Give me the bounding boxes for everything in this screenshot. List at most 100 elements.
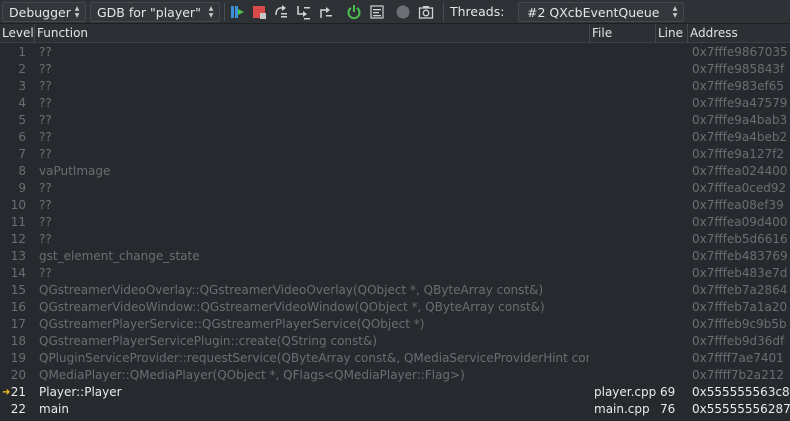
operate-by-instruction-icon bbox=[370, 5, 384, 19]
toolbar-separator bbox=[224, 3, 225, 21]
frame-function: ?? bbox=[39, 147, 52, 161]
table-row[interactable]: 7?? 0x7fffe9a127f2 bbox=[0, 146, 790, 163]
frame-function: ?? bbox=[39, 79, 52, 93]
snapshot-button[interactable] bbox=[417, 3, 435, 21]
frame-address: 0x7fffeb7a2864 bbox=[692, 283, 788, 297]
stack-table-header: Level Function File Line Address bbox=[0, 24, 790, 43]
frame-address: 0x7fffe9a4bab3 bbox=[692, 113, 788, 127]
frame-address: 0x7fffe9a4beb2 bbox=[692, 130, 788, 144]
table-row[interactable]: 16 QGstreamerVideoWindow::QGstreamerVideo… bbox=[0, 299, 790, 316]
frame-function: ?? bbox=[39, 215, 52, 229]
step-over-button[interactable] bbox=[272, 3, 290, 21]
frame-function: vaPutImage bbox=[39, 164, 111, 178]
column-header-file[interactable]: File bbox=[590, 24, 656, 43]
step-into-button[interactable] bbox=[294, 3, 312, 21]
table-row[interactable]: 10?? 0x7fffea08ef39 bbox=[0, 197, 790, 214]
frame-function: QGstreamerPlayerService::QGstreamerPlaye… bbox=[39, 317, 425, 331]
table-row[interactable]: 18 QGstreamerPlayerServicePlugin::create(… bbox=[0, 333, 790, 350]
frame-function: ?? bbox=[39, 181, 52, 195]
view-selector-combo[interactable]: Debugger ▲ ▼ bbox=[2, 2, 86, 22]
frame-function: ?? bbox=[39, 232, 52, 246]
engine-selector-combo[interactable]: GDB for "player" ▲ ▼ bbox=[90, 2, 220, 22]
table-row[interactable]: 17 QGstreamerPlayerService::QGstreamerPla… bbox=[0, 316, 790, 333]
frame-address: 0x7fffe983ef65 bbox=[692, 79, 785, 93]
table-row[interactable]: 13 gst_element_change_state 0x7fffeb483769 bbox=[0, 248, 790, 265]
frame-level: 5 bbox=[18, 113, 26, 127]
frame-address: 0x7fffeb9c9b5b bbox=[692, 317, 787, 331]
frame-address: 0x7fffeb7a1a20 bbox=[692, 300, 788, 314]
frame-function: Player::Player bbox=[39, 385, 122, 399]
frame-level: 21 bbox=[10, 385, 26, 399]
frame-address: 0x7fffeb5d6616 bbox=[692, 232, 788, 246]
table-row[interactable]: 1?? 0x7fffe9867035 bbox=[0, 44, 790, 61]
frame-level: 4 bbox=[18, 96, 26, 110]
frame-function: QPluginServiceProvider::requestService(Q… bbox=[39, 351, 589, 365]
frame-level: 18 bbox=[10, 334, 26, 348]
frame-level: 7 bbox=[18, 147, 26, 161]
column-header-function[interactable]: Function bbox=[35, 24, 590, 43]
frame-level: 19 bbox=[10, 351, 26, 365]
frame-level: 20 bbox=[10, 368, 26, 382]
frame-function: QGstreamerVideoWindow::QGstreamerVideoWi… bbox=[39, 300, 545, 314]
breakpoint-icon bbox=[396, 5, 410, 19]
thread-selector-combo[interactable]: #2 QXcbEventQueue ▲ ▼ bbox=[518, 2, 684, 22]
frame-address: 0x7fffea08ef39 bbox=[692, 198, 784, 212]
operate-by-instruction-button[interactable] bbox=[368, 3, 386, 21]
frame-level: 12 bbox=[10, 232, 26, 246]
frame-level: 15 bbox=[10, 283, 26, 297]
frame-level: 17 bbox=[10, 317, 26, 331]
table-row[interactable]: 11?? 0x7fffea09d400 bbox=[0, 214, 790, 231]
frame-address: 0x555555563c81 bbox=[692, 385, 790, 399]
column-header-line[interactable]: Line bbox=[656, 24, 688, 43]
restart-button[interactable] bbox=[345, 3, 363, 21]
step-over-icon bbox=[275, 5, 287, 18]
combo-arrows-icon: ▲ ▼ bbox=[208, 5, 214, 19]
table-row[interactable]: ➜ 21 Player::Player player.cpp 69 0x555555563… bbox=[0, 384, 790, 401]
frame-address: 0x7fffea0ced92 bbox=[692, 181, 787, 195]
frame-address: 0x7fffe9a47579 bbox=[692, 96, 788, 110]
frame-address: 0x7fffea09d400 bbox=[692, 215, 788, 229]
restart-icon bbox=[347, 5, 361, 20]
frame-function: ?? bbox=[39, 266, 52, 280]
step-out-icon bbox=[320, 7, 332, 18]
continue-button[interactable] bbox=[228, 3, 246, 21]
frame-line: 76 bbox=[660, 402, 676, 416]
frame-function: ?? bbox=[39, 130, 52, 144]
thread-selector-value: #2 QXcbEventQueue bbox=[527, 4, 660, 20]
stop-button[interactable] bbox=[250, 3, 268, 21]
table-row[interactable]: 4?? 0x7fffe9a47579 bbox=[0, 95, 790, 112]
table-row[interactable]: 6?? 0x7fffe9a4beb2 bbox=[0, 129, 790, 146]
toolbar-separator bbox=[443, 3, 444, 21]
frame-level: 22 bbox=[10, 402, 26, 416]
frame-function: ?? bbox=[39, 96, 52, 110]
frame-address: 0x7fffea024400 bbox=[692, 164, 788, 178]
column-header-level[interactable]: Level bbox=[0, 24, 35, 43]
table-row[interactable]: 14?? 0x7fffeb483e7d bbox=[0, 265, 790, 282]
frame-level: 14 bbox=[10, 266, 26, 280]
frame-file: player.cpp bbox=[594, 385, 657, 399]
frame-function: ?? bbox=[39, 113, 52, 127]
table-row[interactable]: 3?? 0x7fffe983ef65 bbox=[0, 78, 790, 95]
frame-line: 69 bbox=[660, 385, 676, 399]
frame-address: 0x7ffff7b2a212 bbox=[692, 368, 785, 382]
frame-file: main.cpp bbox=[594, 402, 650, 416]
column-header-address[interactable]: Address bbox=[688, 24, 790, 43]
table-row[interactable]: 8 vaPutImage 0x7fffea024400 bbox=[0, 163, 790, 180]
table-row[interactable]: 9?? 0x7fffea0ced92 bbox=[0, 180, 790, 197]
frame-level: 13 bbox=[10, 249, 26, 263]
table-row[interactable]: 19 QPluginServiceProvider::requestService… bbox=[0, 350, 790, 367]
step-out-button[interactable] bbox=[316, 3, 334, 21]
table-row[interactable]: 20 QMediaPlayer::QMediaPlayer(QObject *, … bbox=[0, 367, 790, 384]
breakpoint-toggle-button[interactable] bbox=[394, 3, 412, 21]
frame-level: 8 bbox=[18, 164, 26, 178]
table-row[interactable]: 15 QGstreamerVideoOverlay::QGstreamerVide… bbox=[0, 282, 790, 299]
view-selector-value: Debugger bbox=[9, 4, 71, 20]
table-row[interactable]: 22 main main.cpp 76 0x55555556287f bbox=[0, 401, 790, 418]
frame-function: ?? bbox=[39, 62, 52, 76]
table-row[interactable]: 12?? 0x7fffeb5d6616 bbox=[0, 231, 790, 248]
frame-address: 0x7fffe9867035 bbox=[692, 45, 788, 59]
frame-function: ?? bbox=[39, 198, 52, 212]
frame-level: 11 bbox=[10, 215, 26, 229]
table-row[interactable]: 5?? 0x7fffe9a4bab3 bbox=[0, 112, 790, 129]
table-row[interactable]: 2?? 0x7fffe985843f bbox=[0, 61, 790, 78]
